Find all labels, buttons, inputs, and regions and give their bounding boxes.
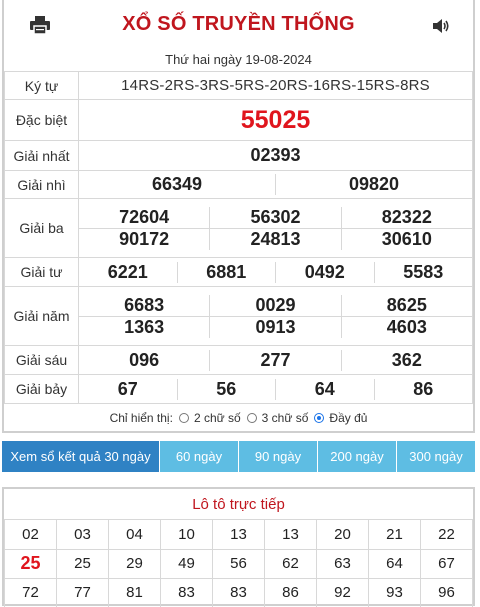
- tab-30-days[interactable]: Xem sổ kết quả 30 ngày: [2, 441, 159, 472]
- loto-number: 67: [420, 548, 473, 579]
- loto-number: 63: [316, 548, 369, 579]
- result-header: XỔ SỐ TRUYỀN THỐNG: [4, 0, 473, 49]
- third-prize-value: 90172: [119, 228, 170, 249]
- fifth-prize-label: Giải năm: [4, 286, 79, 346]
- speaker-icon[interactable]: [433, 19, 451, 33]
- seventh-prize-value: 67: [117, 378, 138, 399]
- loto-row: 25 25 29 49 56 62 63 64 67: [4, 548, 473, 579]
- radio-3-digits-label[interactable]: 3 chữ số: [262, 411, 309, 425]
- loto-number: 49: [160, 548, 213, 579]
- fourth-prize-value: 6881: [176, 261, 276, 283]
- loto-number: 02: [4, 520, 57, 550]
- special-prize-label: Đặc biệt: [4, 99, 79, 141]
- fifth-prize-value: 0913: [209, 316, 340, 338]
- loto-number: 81: [108, 577, 161, 607]
- loto-number: 21: [368, 520, 421, 550]
- sixth-prize-value: 277: [209, 349, 340, 371]
- tab-60-days[interactable]: 60 ngày: [159, 441, 238, 472]
- loto-number: 83: [160, 577, 213, 607]
- history-tabs: Xem sổ kết quả 30 ngày 60 ngày 90 ngày 2…: [2, 441, 475, 472]
- radio-2-digits-label[interactable]: 2 chữ số: [194, 411, 241, 425]
- loto-number: 64: [368, 548, 421, 579]
- third-prize-value: 56302: [209, 206, 340, 228]
- loto-number: 93: [368, 577, 421, 607]
- loto-row: 72 77 81 83 83 86 92 93 96: [4, 577, 473, 607]
- loto-number: 10: [160, 520, 213, 550]
- second-prize-value: 66349: [151, 174, 203, 194]
- fifth-prize-value: 4603: [340, 316, 472, 338]
- radio-full[interactable]: [314, 412, 325, 423]
- radio-2-digits[interactable]: [178, 412, 189, 423]
- loto-number: 56: [212, 548, 265, 579]
- fourth-prize-value: 6221: [107, 261, 148, 282]
- first-prize-label: Giải nhất: [4, 140, 79, 171]
- fifth-prize-value: 8625: [340, 294, 472, 316]
- loto-table: 02 03 04 10 13 13 20 21 22 25 25 29 49 56 62 63 64 67 72 77…: [4, 520, 473, 607]
- codes-label: Ký tự: [4, 71, 79, 100]
- seventh-prize-value: 86: [373, 378, 473, 400]
- loto-number: 86: [264, 577, 317, 607]
- third-prize-value: 72604: [119, 206, 170, 227]
- loto-card: Lô tô trực tiếp 02 03 04 10 13 13 20 21 22 25 25 29…: [2, 487, 475, 607]
- results-table: Ký tự 14RS-2RS-3RS-5RS-20RS-16RS-15RS-8R…: [4, 71, 473, 404]
- loto-number: 04: [108, 520, 161, 550]
- loto-number: 25: [56, 548, 109, 579]
- loto-number: 92: [316, 577, 369, 607]
- loto-number: 13: [212, 520, 265, 550]
- loto-number: 77: [56, 577, 109, 607]
- loto-title: Lô tô trực tiếp: [4, 489, 473, 520]
- loto-number: 25: [4, 548, 57, 579]
- second-prize-label: Giải nhì: [4, 170, 79, 199]
- seventh-prize-value: 64: [275, 378, 374, 400]
- seventh-prize-value: 56: [176, 378, 276, 400]
- loto-number: 72: [4, 577, 57, 607]
- third-prize-value: 82322: [340, 206, 472, 228]
- loto-number: 29: [108, 548, 161, 579]
- fifth-prize-value: 6683: [124, 294, 165, 315]
- special-prize-value: 55025: [78, 99, 473, 141]
- fourth-prize-value: 0492: [275, 261, 374, 283]
- radio-3-digits[interactable]: [246, 412, 257, 423]
- first-prize-value: 02393: [78, 140, 473, 171]
- loto-number: 22: [420, 520, 473, 550]
- display-options: Chỉ hiển thị: 2 chữ số 3 chữ số Đầy đủ: [4, 404, 473, 431]
- loto-number: 13: [264, 520, 317, 550]
- sixth-prize-value: 096: [129, 349, 160, 370]
- loto-number: 62: [264, 548, 317, 579]
- printer-icon[interactable]: [30, 16, 50, 34]
- third-prize-value: 30610: [340, 228, 472, 250]
- fifth-prize-value: 0029: [209, 294, 340, 316]
- tab-200-days[interactable]: 200 ngày: [317, 441, 396, 472]
- page-title: XỔ SỐ TRUYỀN THỐNG: [122, 13, 355, 35]
- sixth-prize-value: 362: [340, 349, 472, 371]
- fourth-prize-label: Giải tư: [4, 257, 79, 287]
- display-options-label: Chỉ hiển thị:: [109, 410, 173, 425]
- tab-300-days[interactable]: 300 ngày: [396, 441, 475, 472]
- sixth-prize-label: Giải sáu: [4, 345, 79, 375]
- third-prize-value: 24813: [209, 228, 340, 250]
- seventh-prize-label: Giải bảy: [4, 374, 79, 404]
- result-card: XỔ SỐ TRUYỀN THỐNG Thứ hai ngày 19-08-20…: [2, 0, 475, 433]
- loto-number: 83: [212, 577, 265, 607]
- loto-number: 03: [56, 520, 109, 550]
- fifth-prize-value: 1363: [124, 316, 165, 337]
- third-prize-label: Giải ba: [4, 198, 79, 258]
- loto-row: 02 03 04 10 13 13 20 21 22: [4, 520, 473, 550]
- fourth-prize-value: 5583: [373, 261, 473, 283]
- codes-value: 14RS-2RS-3RS-5RS-20RS-16RS-15RS-8RS: [78, 71, 473, 100]
- tab-90-days[interactable]: 90 ngày: [238, 441, 317, 472]
- draw-date: Thứ hai ngày 19-08-2024: [165, 52, 312, 67]
- loto-number: 20: [316, 520, 369, 550]
- second-prize-value: 09820: [275, 174, 472, 195]
- radio-full-label[interactable]: Đầy đủ: [329, 411, 367, 425]
- loto-number: 96: [420, 577, 473, 607]
